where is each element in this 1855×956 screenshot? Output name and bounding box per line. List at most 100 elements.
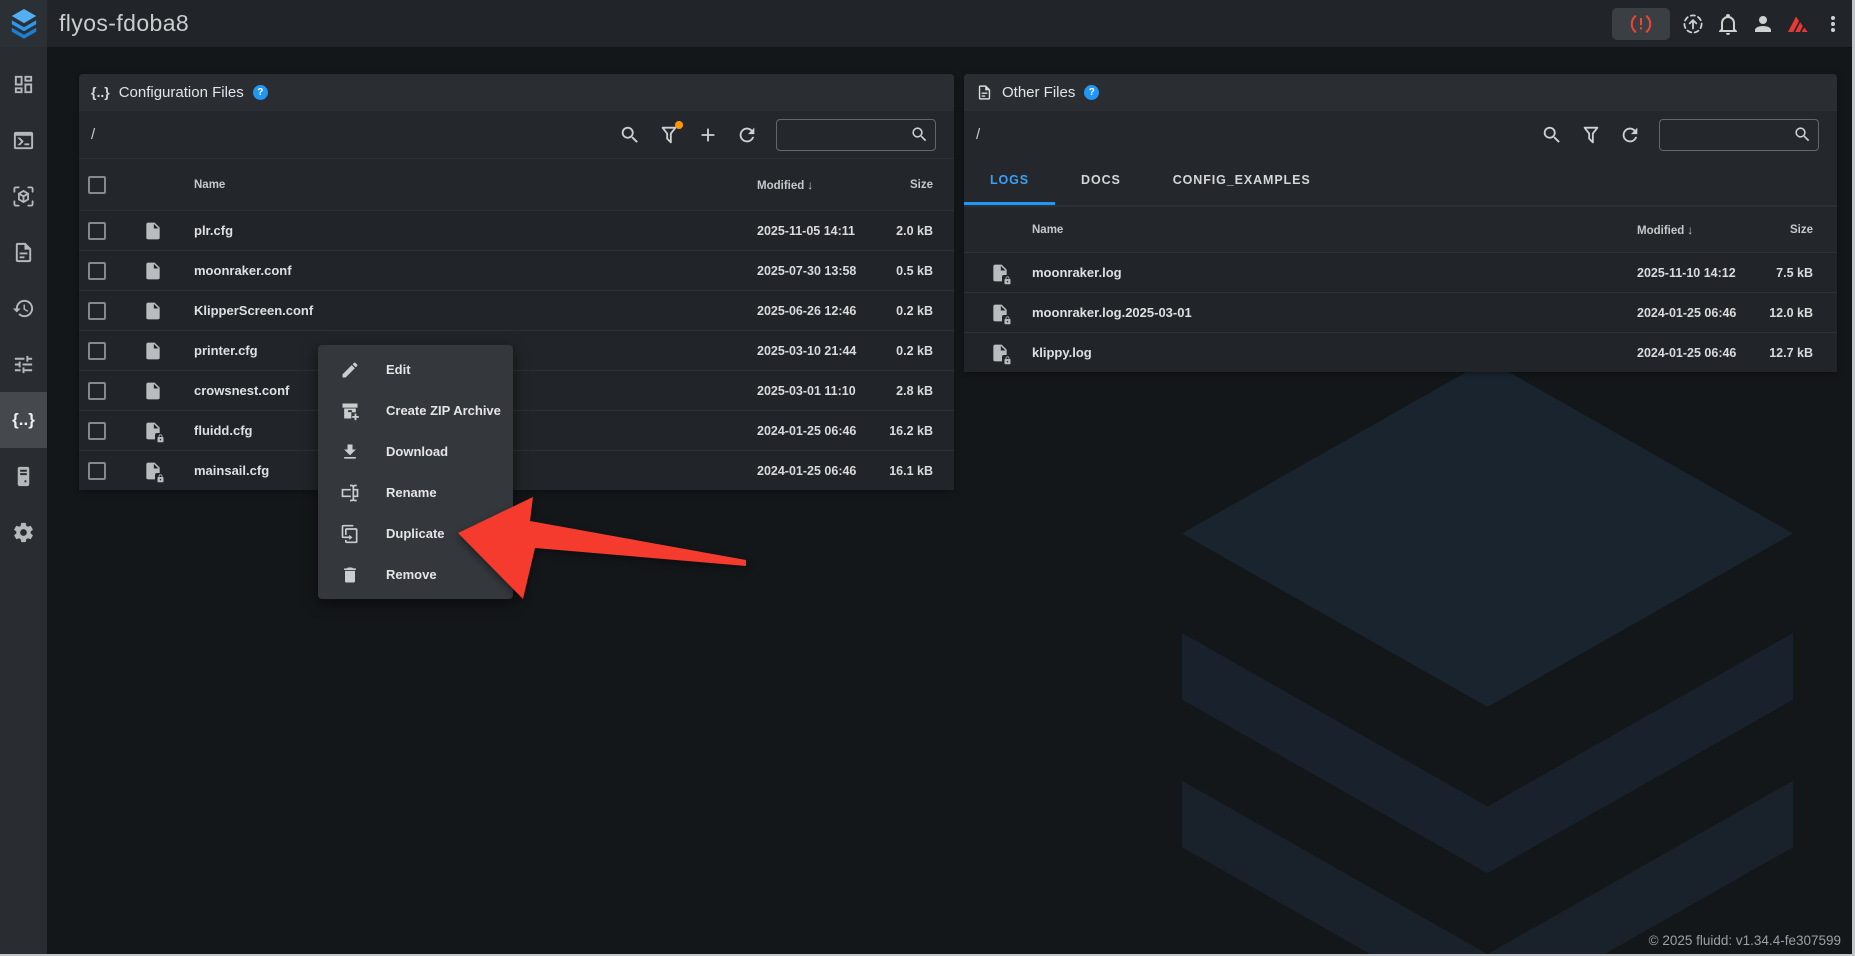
refresh-button[interactable] [1619, 124, 1641, 146]
search-icon [1793, 125, 1812, 144]
file-size: 16.1 kB [873, 464, 933, 478]
file-modified: 2025-03-10 21:44 [757, 344, 873, 358]
code-braces-icon: {..} [91, 84, 110, 100]
file-search-box [1659, 119, 1819, 151]
menu-item-edit[interactable]: Edit [318, 349, 513, 390]
menu-item-rename[interactable]: Rename [318, 472, 513, 513]
file-modified: 2025-11-10 14:12 [1637, 266, 1753, 280]
file-icon [143, 260, 163, 282]
filter-button[interactable] [658, 124, 680, 146]
row-checkbox[interactable] [88, 222, 106, 240]
configuration-files-panel: {..} Configuration Files ? / Name Modifi… [79, 74, 954, 490]
file-size: 16.2 kB [873, 424, 933, 438]
version-footer: © 2025 fluidd: v1.34.4-fe307599 [1649, 933, 1841, 948]
file-row[interactable]: klippy.log 2024-01-25 06:46 12.7 kB [964, 332, 1837, 372]
theme-brand-logo[interactable] [1786, 12, 1810, 36]
history-icon [12, 297, 35, 320]
jobs-icon [12, 241, 35, 264]
sidebar-item-jobs[interactable] [0, 224, 47, 280]
search-toggle-button[interactable] [1541, 124, 1563, 146]
search-icon [910, 125, 929, 144]
file-modified: 2024-01-25 06:46 [757, 424, 873, 438]
sidebar-item-console[interactable] [0, 112, 47, 168]
sidebar-item-configure[interactable]: {..} [0, 392, 47, 448]
sidebar-item-history[interactable] [0, 280, 47, 336]
gcode-preview-icon [12, 185, 35, 208]
app-bar: flyos-fdoba8 [0, 0, 1855, 47]
sidebar-item-tune[interactable] [0, 336, 47, 392]
file-row[interactable]: printer.cfg 2025-03-10 21:44 0.2 kB [79, 330, 954, 370]
file-icon [143, 300, 163, 322]
file-icon-locked [990, 302, 1010, 324]
other-panel-header: Other Files ? [964, 74, 1837, 110]
row-checkbox[interactable] [88, 462, 106, 480]
column-size[interactable]: Size [873, 179, 933, 191]
other-files-tabs: LOGS DOCS CONFIG_EXAMPLES [964, 158, 1837, 206]
row-checkbox[interactable] [88, 382, 106, 400]
file-row[interactable]: mainsail.cfg 2024-01-25 06:46 16.1 kB [79, 450, 954, 490]
sidebar-item-gcode-preview[interactable] [0, 168, 47, 224]
file-row[interactable]: moonraker.conf 2025-07-30 13:58 0.5 kB [79, 250, 954, 290]
help-icon[interactable]: ? [1084, 85, 1099, 100]
file-name: moonraker.log.2025-03-01 [1032, 305, 1637, 320]
file-icon-locked [143, 460, 163, 482]
breadcrumb[interactable]: / [91, 126, 95, 143]
fluidd-watermark [1115, 360, 1855, 956]
file-size: 2.8 kB [873, 384, 933, 398]
file-icon [143, 220, 163, 242]
app-bar-actions [1612, 8, 1855, 40]
notifications-button[interactable] [1716, 12, 1740, 36]
file-modified: 2024-01-25 06:46 [1637, 306, 1753, 320]
column-modified[interactable]: Modified↓ [757, 178, 873, 192]
refresh-button[interactable] [736, 124, 758, 146]
emergency-stop-button[interactable] [1612, 8, 1670, 40]
file-size: 0.2 kB [873, 304, 933, 318]
column-name[interactable]: Name [194, 179, 757, 191]
update-button[interactable] [1681, 12, 1705, 36]
help-icon[interactable]: ? [253, 85, 268, 100]
file-row[interactable]: moonraker.log 2025-11-10 14:12 7.5 kB [964, 252, 1837, 292]
user-button[interactable] [1751, 12, 1775, 36]
file-icon [143, 340, 163, 362]
menu-item-remove[interactable]: Remove [318, 554, 513, 595]
column-name[interactable]: Name [1032, 224, 1637, 236]
app-logo[interactable] [0, 0, 47, 47]
row-checkbox[interactable] [88, 262, 106, 280]
delete-icon [340, 565, 360, 585]
filter-active-badge [675, 121, 683, 129]
sidebar-item-settings[interactable] [0, 504, 47, 560]
column-modified[interactable]: Modified↓ [1637, 223, 1753, 237]
dashboard-icon [12, 73, 35, 96]
file-modified: 2025-07-30 13:58 [757, 264, 873, 278]
select-all-checkbox[interactable] [88, 176, 106, 194]
file-size: 12.7 kB [1753, 346, 1813, 360]
add-file-button[interactable] [697, 124, 719, 146]
file-row[interactable]: KlipperScreen.conf 2025-06-26 12:46 0.2 … [79, 290, 954, 330]
search-toggle-button[interactable] [619, 124, 641, 146]
tab-docs[interactable]: DOCS [1055, 158, 1147, 205]
file-row[interactable]: crowsnest.conf 2025-03-01 11:10 2.8 kB [79, 370, 954, 410]
breadcrumb[interactable]: / [976, 126, 980, 143]
menu-item-duplicate[interactable]: Duplicate [318, 513, 513, 554]
file-row[interactable]: plr.cfg 2025-11-05 14:11 2.0 kB [79, 210, 954, 250]
row-checkbox[interactable] [88, 342, 106, 360]
tab-logs[interactable]: LOGS [964, 158, 1055, 205]
file-row[interactable]: fluidd.cfg 2024-01-25 06:46 16.2 kB [79, 410, 954, 450]
kebab-menu-icon [1821, 12, 1845, 36]
sidebar-item-system[interactable] [0, 448, 47, 504]
sidebar-item-dashboard[interactable] [0, 56, 47, 112]
menu-item-create-zip-archive[interactable]: Create ZIP Archive [318, 390, 513, 431]
row-checkbox[interactable] [88, 422, 106, 440]
column-size[interactable]: Size [1753, 224, 1813, 236]
filter-button[interactable] [1580, 124, 1602, 146]
file-modified: 2025-03-01 11:10 [757, 384, 873, 398]
overflow-menu-button[interactable] [1821, 12, 1845, 36]
search-icon [1541, 124, 1563, 146]
row-checkbox[interactable] [88, 302, 106, 320]
file-row[interactable]: moonraker.log.2025-03-01 2024-01-25 06:4… [964, 292, 1837, 332]
menu-item-download[interactable]: Download [318, 431, 513, 472]
file-name: moonraker.conf [194, 263, 757, 278]
lock-badge-icon [1002, 275, 1013, 286]
rename-icon [340, 483, 360, 503]
tab-config-examples[interactable]: CONFIG_EXAMPLES [1147, 158, 1337, 205]
